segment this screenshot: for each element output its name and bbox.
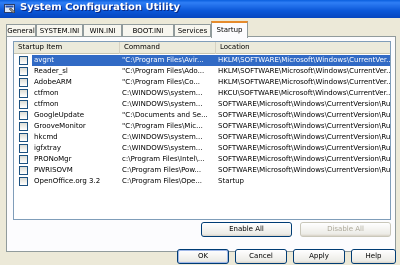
list-rows: avgnt "C:\Program Files\Avir... HKLM\SOFTW… — [14, 55, 391, 187]
startup-item-checkbox[interactable] — [19, 144, 28, 153]
table-row[interactable]: igfxtray C:\WINDOWS\system... SOFTWARE\Mic… — [14, 143, 391, 154]
table-row[interactable]: OpenOffice.org 3.2 C:\Program Files\Ope..… — [14, 176, 390, 187]
startup-item-location: HKCU\SOFTWARE\Microsoft\Windows\CurrentV… — [218, 89, 391, 97]
column-header-location[interactable]: Location — [216, 42, 390, 54]
startup-item-location: SOFTWARE\Microsoft\Windows\CurrentVersio… — [218, 155, 391, 163]
startup-item-command: C:\WINDOWS\system... — [122, 144, 203, 152]
startup-item-location: SOFTWARE\Microsoft\Windows\CurrentVersio… — [218, 166, 391, 174]
startup-item-command: "C:\Documents and Se... — [122, 111, 208, 119]
startup-item-location: SOFTWARE\Microsoft\Windows\CurrentVersio… — [218, 100, 391, 108]
startup-item-name: hkcmd — [34, 133, 58, 141]
table-row[interactable]: GrooveMonitor "C:\Program Files\Mic... SOF… — [14, 121, 391, 132]
table-row[interactable]: Reader_sl "C:\Program Files\Ado... HKLM\SO… — [14, 66, 391, 77]
startup-item-command: "C:\Program Files\Co... — [122, 78, 201, 86]
list-header: Startup Item Command Location — [14, 42, 390, 54]
table-row[interactable]: AdobeARM "C:\Program Files\Co... HKLM\SOFT… — [14, 77, 391, 88]
table-row[interactable]: PRONoMgr c:\Program Files\Intel\... SOFTWA… — [14, 154, 391, 165]
enable-all-button[interactable]: Enable All — [201, 222, 292, 237]
startup-item-command: C:\WINDOWS\system... — [122, 100, 203, 108]
startup-item-checkbox[interactable] — [19, 78, 28, 87]
startup-item-checkbox[interactable] — [19, 133, 28, 142]
startup-item-name: GoogleUpdate — [34, 111, 85, 119]
startup-item-name: ctfmon — [34, 100, 59, 108]
startup-item-name: igfxtray — [34, 144, 62, 152]
startup-item-command: "C:\Program Files\Avir... — [120, 55, 216, 66]
table-row[interactable]: ctfmon C:\WINDOWS\system... SOFTWARE\Micro… — [14, 99, 391, 110]
startup-item-checkbox[interactable] — [19, 67, 28, 76]
startup-item-location: HKLM\SOFTWARE\Microsoft\Windows\CurrentV… — [218, 78, 391, 86]
startup-item-name: OpenOffice.org 3.2 — [34, 177, 101, 185]
startup-item-name: Reader_sl — [34, 67, 68, 75]
startup-item-location: HKLM\SOFTWARE\Microsoft\Windows\CurrentV… — [216, 55, 391, 66]
startup-tab-panel: Startup Item Command Location avgnt "C:\P… — [6, 36, 396, 252]
startup-item-checkbox[interactable] — [19, 177, 28, 186]
startup-item-checkbox[interactable] — [19, 166, 28, 175]
column-header-command[interactable]: Command — [120, 42, 216, 54]
startup-items-list[interactable]: Startup Item Command Location avgnt "C:\P… — [13, 41, 391, 220]
startup-item-checkbox[interactable] — [19, 100, 28, 109]
tab-strip: General SYSTEM.INI WIN.INI BOOT.INI Serv… — [6, 21, 396, 38]
startup-item-command: c:\Program Files\Intel\... — [122, 155, 205, 163]
system-configuration-window: System Configuration Utility General SYS… — [0, 0, 400, 265]
startup-item-location: Startup — [218, 177, 244, 185]
startup-item-name: GrooveMonitor — [34, 122, 86, 130]
startup-item-command: "C:\Program Files\Mic... — [122, 122, 203, 130]
startup-item-name: PRONoMgr — [34, 155, 72, 163]
startup-item-name: avgnt — [32, 55, 120, 66]
table-row[interactable]: avgnt "C:\Program Files\Avir... HKLM\SOFTW… — [14, 55, 391, 66]
cancel-button[interactable]: Cancel — [235, 249, 287, 264]
disable-all-button[interactable]: Disable All — [300, 222, 391, 237]
msconfig-icon — [4, 4, 16, 14]
startup-item-checkbox[interactable] — [19, 122, 28, 131]
startup-item-command: C:\Program Files\Ope... — [122, 177, 203, 185]
startup-item-checkbox[interactable] — [19, 155, 28, 164]
startup-item-checkbox[interactable] — [19, 111, 28, 120]
title-bar[interactable]: System Configuration Utility — [0, 0, 400, 18]
startup-item-command: "C:\Program Files\Ado... — [122, 67, 205, 75]
column-header-startup-item[interactable]: Startup Item — [14, 42, 120, 54]
apply-button[interactable]: Apply — [293, 249, 345, 264]
ok-button[interactable]: OK — [177, 249, 229, 264]
startup-item-command: C:\Program Files\Pow... — [122, 166, 202, 174]
startup-item-location: HKLM\SOFTWARE\Microsoft\Windows\CurrentV… — [218, 67, 391, 75]
startup-item-checkbox[interactable] — [19, 89, 28, 98]
table-row[interactable]: GoogleUpdate "C:\Documents and Se... SOFTW… — [14, 110, 391, 121]
table-row[interactable]: PWRISOVM C:\Program Files\Pow... SOFTWARE\… — [14, 165, 391, 176]
help-button[interactable]: Help — [351, 249, 396, 264]
startup-item-name: AdobeARM — [34, 78, 72, 86]
startup-item-checkbox[interactable] — [19, 56, 28, 65]
startup-item-location: SOFTWARE\Microsoft\Windows\CurrentVersio… — [218, 133, 391, 141]
startup-item-location: SOFTWARE\Microsoft\Windows\CurrentVersio… — [218, 144, 391, 152]
startup-item-name: ctfmon — [34, 89, 59, 97]
table-row[interactable]: ctfmon C:\WINDOWS\system... HKCU\SOFTWARE\… — [14, 88, 391, 99]
startup-item-location: SOFTWARE\Microsoft\Windows\CurrentVersio… — [218, 122, 391, 130]
startup-item-command: C:\WINDOWS\system... — [122, 89, 203, 97]
tab-startup[interactable]: Startup — [211, 21, 248, 38]
startup-item-name: PWRISOVM — [34, 166, 73, 174]
startup-item-command: C:\WINDOWS\system... — [122, 133, 203, 141]
window-title: System Configuration Utility — [20, 2, 180, 13]
startup-item-location: SOFTWARE\Microsoft\Windows\CurrentVersio… — [218, 111, 391, 119]
table-row[interactable]: hkcmd C:\WINDOWS\system... SOFTWARE\Micros… — [14, 132, 391, 143]
